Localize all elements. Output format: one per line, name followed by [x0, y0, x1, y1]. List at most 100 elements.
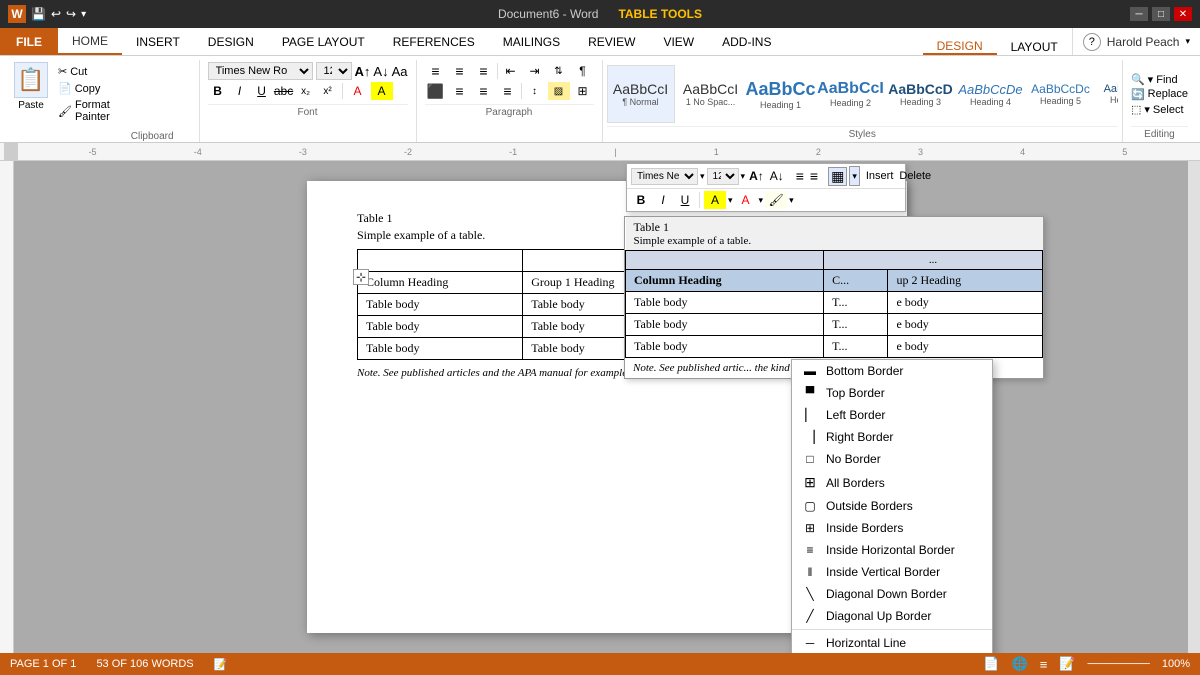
ft-grow-btn[interactable]: A↑ — [747, 169, 766, 183]
menu-outside-borders[interactable]: ▢ Outside Borders — [792, 495, 992, 517]
cut-button[interactable]: ✂Cut — [56, 64, 112, 79]
style-h4[interactable]: AaBbCcDe Heading 4 — [957, 65, 1025, 123]
highlight-btn[interactable]: A — [371, 82, 393, 100]
multilevel-list-btn[interactable]: ≡ — [473, 62, 495, 80]
font-size-select[interactable]: 12 — [316, 62, 352, 80]
file-tab[interactable]: FILE — [0, 28, 58, 55]
maximize-btn[interactable]: □ — [1152, 7, 1170, 21]
ft-border-dropdown-btn[interactable]: ▾ — [849, 166, 860, 186]
font-color-btn[interactable]: A — [347, 82, 369, 100]
style-h6[interactable]: AaBbCcDc Heading 6 — [1097, 65, 1118, 123]
mailings-tab[interactable]: MAILINGS — [489, 28, 574, 55]
ft-highlight-dropdown[interactable]: ▾ — [728, 195, 733, 206]
ft-highlight-bg-btn[interactable]: A — [704, 191, 726, 209]
menu-bottom-border[interactable]: ▬ Bottom Border — [792, 360, 992, 382]
zoom-slider-area[interactable]: ──────── — [1088, 658, 1150, 670]
style-normal[interactable]: AaBbCcI ¶ Normal — [607, 65, 675, 123]
style-no-space[interactable]: AaBbCcI 1 No Spac... — [677, 65, 745, 123]
replace-btn[interactable]: 🔄Replace — [1131, 88, 1188, 101]
proof-icon[interactable]: 📝 — [214, 658, 228, 671]
menu-top-border[interactable]: ▀ Top Border — [792, 382, 992, 404]
clear-format-btn[interactable]: Aa — [392, 64, 408, 79]
strikethrough-btn[interactable]: abc — [274, 82, 294, 100]
ft-size-dropdown[interactable]: ▾ — [741, 171, 746, 182]
menu-no-border[interactable]: □ No Border — [792, 448, 992, 470]
quickaccess-save[interactable]: 💾 — [31, 7, 46, 21]
home-tab[interactable]: HOME — [58, 28, 122, 55]
close-btn[interactable]: ✕ — [1174, 7, 1192, 21]
menu-diagonal-up[interactable]: ╱ Diagonal Up Border — [792, 605, 992, 627]
style-h2[interactable]: AaBbCcI Heading 2 — [817, 65, 885, 123]
addins-tab[interactable]: ADD-INS — [708, 28, 785, 55]
find-btn[interactable]: 🔍▾ Find — [1131, 73, 1188, 86]
menu-diagonal-down[interactable]: ╲ Diagonal Down Border — [792, 583, 992, 605]
sort-btn[interactable]: ⇅ — [548, 62, 570, 80]
superscript-btn[interactable]: x² — [318, 82, 338, 100]
decrease-font-btn[interactable]: A↓ — [373, 64, 388, 79]
copy-button[interactable]: 📄Copy — [56, 81, 112, 96]
align-right-btn[interactable]: ≡ — [473, 82, 495, 100]
minimize-btn[interactable]: ─ — [1130, 7, 1148, 21]
menu-left-border[interactable]: ▏ Left Border — [792, 404, 992, 426]
ft-font-color-dropdown[interactable]: ▾ — [759, 195, 764, 206]
ft-bold-btn[interactable]: B — [631, 191, 651, 209]
ft-underline-btn[interactable]: U — [675, 191, 695, 209]
increase-font-btn[interactable]: A↑ — [355, 64, 371, 79]
ft-numbering-btn[interactable]: ≡ — [808, 168, 820, 184]
page-layout-tab[interactable]: PAGE LAYOUT — [268, 28, 379, 55]
style-h3[interactable]: AaBbCcD Heading 3 — [887, 65, 955, 123]
decrease-indent-btn[interactable]: ⇤ — [500, 62, 522, 80]
vertical-scrollbar[interactable] — [1188, 161, 1200, 653]
review-tab[interactable]: REVIEW — [574, 28, 649, 55]
table-move-handle[interactable]: ⊹ — [353, 269, 369, 285]
bullets-btn[interactable]: ≡ — [425, 62, 447, 80]
align-center-btn[interactable]: ≡ — [449, 82, 471, 100]
ft-font-dropdown[interactable]: ▾ — [700, 171, 705, 182]
italic-btn[interactable]: I — [230, 82, 250, 100]
format-painter-button[interactable]: 🖌Format Painter — [56, 98, 112, 124]
style-h5[interactable]: AaBbCcDc Heading 5 — [1027, 65, 1095, 123]
menu-inside-v-border[interactable]: ‖ Inside Vertical Border — [792, 561, 992, 583]
underline-btn[interactable]: U — [252, 82, 272, 100]
quickaccess-redo[interactable]: ↪ — [66, 7, 76, 21]
paste-button[interactable]: 📋 Paste — [10, 60, 52, 113]
menu-inside-borders[interactable]: ⊞ Inside Borders — [792, 517, 992, 539]
user-name[interactable]: Harold Peach — [1107, 35, 1180, 49]
ft-bullets-btn[interactable]: ≡ — [794, 168, 806, 184]
view-tab[interactable]: VIEW — [649, 28, 708, 55]
show-marks-btn[interactable]: ¶ — [572, 62, 594, 80]
design-tab[interactable]: DESIGN — [194, 28, 268, 55]
quickaccess-undo[interactable]: ↩ — [51, 7, 61, 21]
ft-font-color-btn[interactable]: A — [735, 191, 757, 209]
bold-btn[interactable]: B — [208, 82, 228, 100]
user-dropdown-icon[interactable]: ▾ — [1185, 36, 1190, 47]
ft-table-grid-btn[interactable]: ▦ — [828, 167, 847, 186]
ft-shade-btn[interactable]: 🖌 — [765, 191, 787, 209]
menu-inside-h-border[interactable]: ≡ Inside Horizontal Border — [792, 539, 992, 561]
numbering-btn[interactable]: ≡ — [449, 62, 471, 80]
borders-btn[interactable]: ⊞ — [572, 82, 594, 100]
subscript-btn[interactable]: x₂ — [296, 82, 316, 100]
justify-btn[interactable]: ≡ — [497, 82, 519, 100]
menu-all-borders[interactable]: ⊞ All Borders — [792, 470, 992, 495]
help-icon[interactable]: ? — [1083, 33, 1101, 51]
table-layout-tab[interactable]: LAYOUT — [997, 39, 1072, 55]
align-left-btn[interactable]: ⬛ — [425, 82, 447, 100]
view-draft-btn[interactable]: 📝 — [1059, 656, 1075, 672]
ft-shade-dropdown[interactable]: ▾ — [789, 195, 794, 206]
select-btn[interactable]: ⬚▾ Select — [1131, 103, 1188, 116]
table-design-tab[interactable]: DESIGN — [923, 39, 997, 55]
font-name-select[interactable]: Times New Ro — [208, 62, 313, 80]
ft-shrink-btn[interactable]: A↓ — [768, 169, 786, 183]
menu-right-border[interactable]: ▕ Right Border — [792, 426, 992, 448]
view-print-btn[interactable]: 📄 — [983, 656, 999, 672]
ft-italic-btn[interactable]: I — [653, 191, 673, 209]
quickaccess-more[interactable]: ▾ — [81, 9, 86, 20]
ft-font-select[interactable]: Times Ne — [631, 168, 698, 185]
shading-btn[interactable]: ▨ — [548, 82, 570, 100]
style-h1[interactable]: AaBbCc Heading 1 — [747, 65, 815, 123]
line-spacing-btn[interactable]: ↕ — [524, 82, 546, 100]
view-outline-btn[interactable]: ≡ — [1040, 657, 1048, 672]
increase-indent-btn[interactable]: ⇥ — [524, 62, 546, 80]
insert-tab[interactable]: INSERT — [122, 28, 194, 55]
